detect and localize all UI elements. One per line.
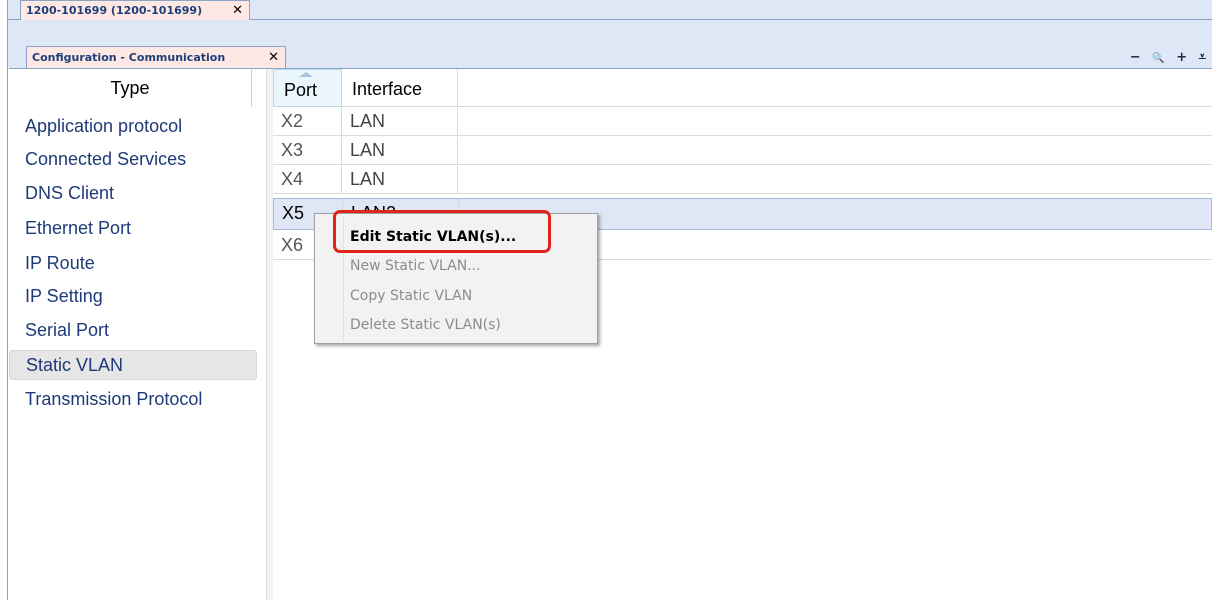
cell-port: X4 bbox=[273, 166, 342, 194]
type-item-ethernet-port[interactable]: Ethernet Port bbox=[9, 215, 257, 241]
cell-interface: LAN bbox=[342, 108, 458, 136]
type-item-ip-route[interactable]: IP Route bbox=[9, 250, 257, 276]
tab-device-label: 1200-101699 (1200-101699) bbox=[26, 4, 203, 17]
pane-splitter[interactable] bbox=[266, 69, 273, 600]
outer-tab-bar: 1200-101699 (1200-101699) ✕ bbox=[8, 0, 1212, 20]
menu-item-new-static-vlan: New Static VLAN... bbox=[350, 258, 481, 274]
menu-dropdown-icon[interactable]: ⩡ bbox=[1199, 50, 1208, 65]
window-frame bbox=[0, 0, 8, 600]
tab-configuration-label: Configuration - Communication bbox=[32, 51, 226, 64]
type-item-serial-port[interactable]: Serial Port bbox=[9, 317, 257, 343]
type-item-static-vlan[interactable]: Static VLAN bbox=[9, 350, 257, 380]
table-row[interactable]: X2 LAN bbox=[273, 108, 1212, 136]
close-icon[interactable]: ✕ bbox=[232, 1, 243, 20]
highlight-annotation bbox=[333, 210, 551, 253]
type-list-pane: Type Application protocol Connected Serv… bbox=[9, 69, 266, 600]
zoom-icon[interactable]: 🔍 bbox=[1152, 53, 1166, 64]
column-header-port-label: Port bbox=[284, 80, 318, 100]
column-header-port[interactable]: Port bbox=[273, 69, 342, 107]
menu-item-delete-static-vlan: Delete Static VLAN(s) bbox=[350, 317, 501, 333]
tab-configuration-communication[interactable]: Configuration - Communication ✕ bbox=[26, 46, 286, 68]
type-column-header[interactable]: Type bbox=[9, 69, 252, 107]
type-item-connected-services[interactable]: Connected Services bbox=[9, 146, 257, 172]
close-icon[interactable]: ✕ bbox=[268, 47, 279, 68]
tab-device[interactable]: 1200-101699 (1200-101699) ✕ bbox=[20, 0, 250, 20]
table-row[interactable]: X4 LAN bbox=[273, 166, 1212, 194]
grid-header: Port Interface bbox=[273, 69, 1212, 107]
column-header-interface[interactable]: Interface bbox=[342, 69, 458, 107]
add-icon[interactable]: + bbox=[1176, 50, 1189, 65]
cell-interface: LAN bbox=[342, 166, 458, 194]
content-area: Type Application protocol Connected Serv… bbox=[9, 68, 1212, 600]
cell-port: X2 bbox=[273, 108, 342, 136]
minimize-icon[interactable]: − bbox=[1130, 50, 1143, 65]
type-item-dns-client[interactable]: DNS Client bbox=[9, 180, 257, 206]
window-controls: − 🔍 + ⩡ bbox=[1127, 50, 1208, 65]
table-row[interactable]: X3 LAN bbox=[273, 137, 1212, 165]
cell-interface: LAN bbox=[342, 137, 458, 165]
type-item-transmission-protocol[interactable]: Transmission Protocol bbox=[9, 386, 257, 412]
cell-port: X3 bbox=[273, 137, 342, 165]
type-item-application-protocol[interactable]: Application protocol bbox=[9, 113, 257, 139]
menu-item-copy-static-vlan: Copy Static VLAN bbox=[350, 288, 473, 304]
sort-ascending-icon bbox=[299, 72, 313, 77]
inner-tab-bar: Configuration - Communication ✕ − 🔍 + ⩡ bbox=[8, 20, 1212, 68]
type-item-ip-setting[interactable]: IP Setting bbox=[9, 283, 257, 309]
